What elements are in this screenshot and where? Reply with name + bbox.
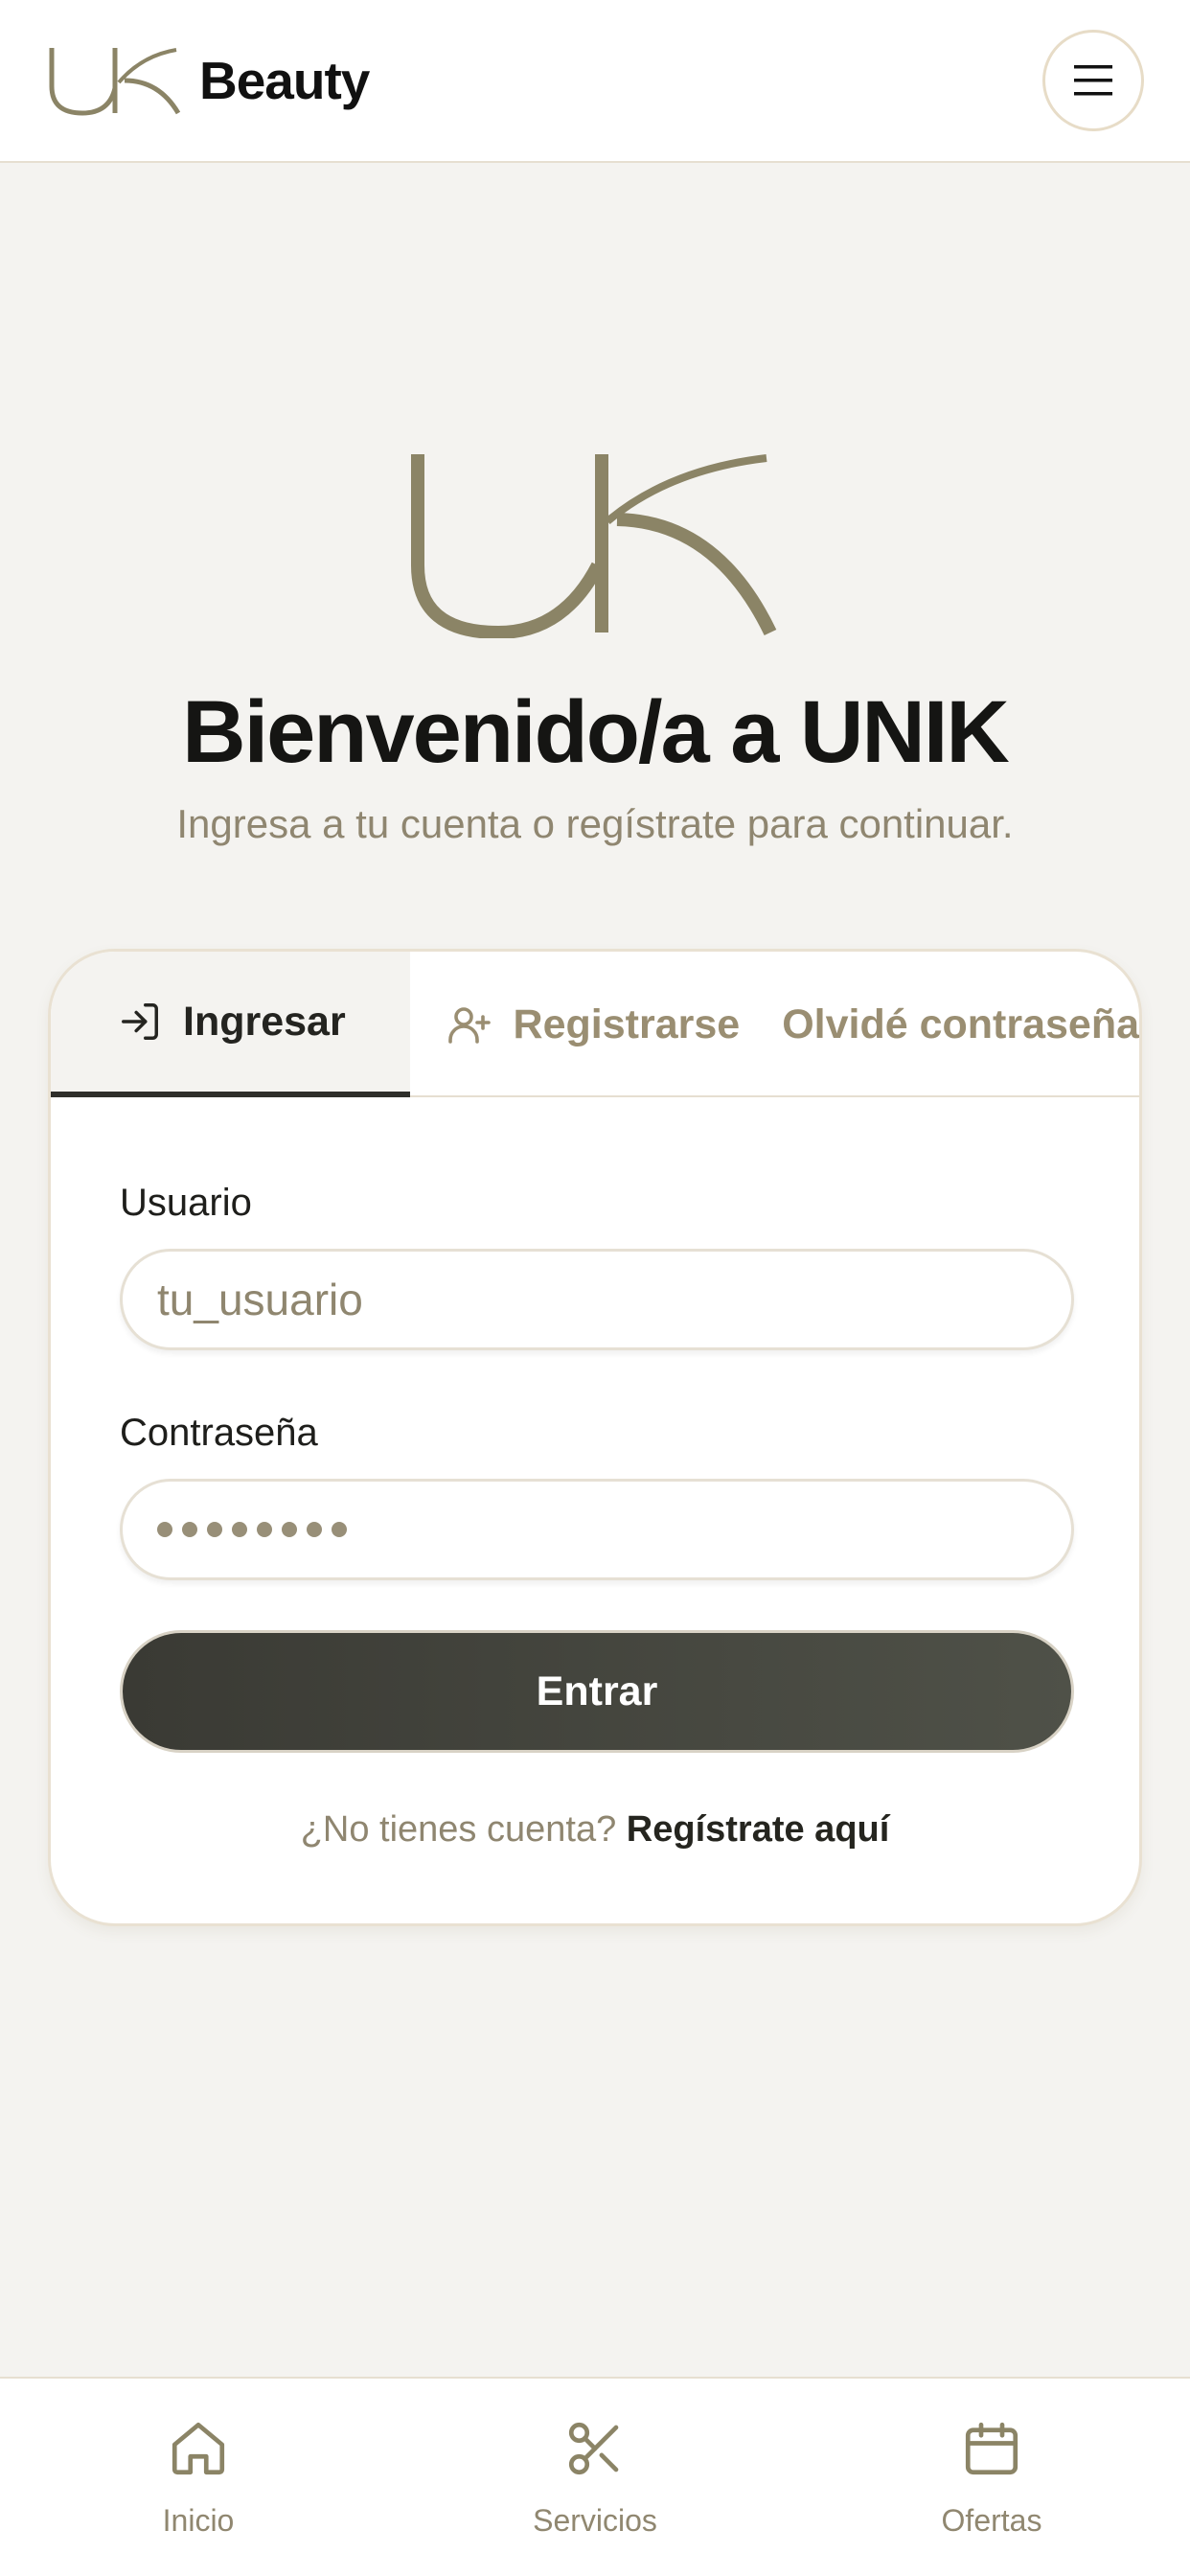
home-icon: [172, 2422, 225, 2475]
auth-tabs: Ingresar Registrarse Olvidé contraseña: [51, 952, 1139, 1097]
password-mask: [157, 1522, 347, 1537]
brand-name: Beauty: [199, 51, 370, 110]
nav-label-servicios: Servicios: [533, 2503, 657, 2538]
tab-login-label: Ingresar: [183, 998, 346, 1045]
bottom-nav: Inicio Servicios Ofertas: [0, 2377, 1190, 2576]
no-account-text: ¿No tienes cuenta?: [300, 1809, 617, 1850]
scissors-icon: [568, 2422, 619, 2475]
nav-item-inicio[interactable]: Inicio: [0, 2379, 397, 2576]
menu-button[interactable]: [1042, 30, 1144, 131]
page-subtitle: Ingresa a tu cuenta o regístrate para co…: [176, 801, 1014, 846]
login-icon: [122, 1003, 158, 1040]
register-link[interactable]: Regístrate aquí: [627, 1809, 890, 1850]
login-page: Beauty Bienvenido/a a UNIK Ingresa a tu …: [0, 0, 1190, 2576]
username-input[interactable]: [120, 1249, 1074, 1350]
page-title: Bienvenido/a a UNIK: [182, 683, 1010, 781]
brand[interactable]: Beauty: [46, 44, 370, 117]
tab-forgot-password-label: Olvidé contraseña: [782, 1000, 1139, 1047]
tab-register-label: Registrarse: [513, 1000, 741, 1047]
password-label: Contraseña: [120, 1412, 318, 1454]
hamburger-menu-icon: [1074, 65, 1112, 96]
auth-card: Ingresar Registrarse Olvidé contraseña U…: [48, 949, 1142, 1926]
tab-forgot-password[interactable]: Olvidé contraseña: [740, 952, 1139, 1097]
app-header: Beauty: [0, 0, 1190, 163]
tab-register[interactable]: Registrarse: [410, 952, 741, 1097]
nav-label-inicio: Inicio: [162, 2503, 235, 2538]
register-prompt: ¿No tienes cuenta? Regístrate aquí: [51, 1809, 1139, 1851]
nav-item-servicios[interactable]: Servicios: [397, 2379, 793, 2576]
nav-label-ofertas: Ofertas: [941, 2503, 1042, 2538]
uk-monogram-icon: [411, 454, 777, 638]
tab-login[interactable]: Ingresar: [51, 952, 410, 1097]
uk-monogram-icon: [49, 48, 181, 116]
password-input[interactable]: [120, 1479, 1074, 1580]
user-plus-icon: [447, 1007, 491, 1044]
username-label: Usuario: [120, 1182, 252, 1224]
submit-button[interactable]: Entrar: [120, 1630, 1074, 1753]
calendar-icon: [965, 2422, 1018, 2475]
nav-item-ofertas[interactable]: Ofertas: [793, 2379, 1190, 2576]
